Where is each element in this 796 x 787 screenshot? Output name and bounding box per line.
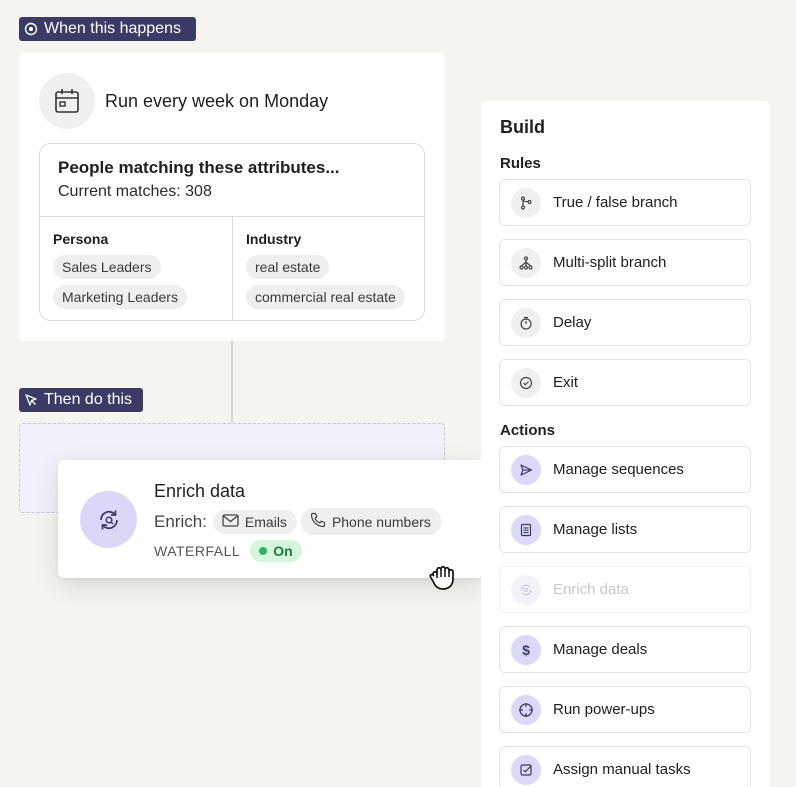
multi-split-icon bbox=[511, 247, 541, 278]
industry-label: Industry bbox=[246, 231, 302, 247]
rule-label: Delay bbox=[553, 314, 592, 331]
branch-icon bbox=[511, 187, 541, 218]
build-panel: Build Rules True / false branch Multi-sp… bbox=[481, 101, 770, 787]
trigger-title: Run every week on Monday bbox=[105, 90, 329, 111]
action-label: Manage sequences bbox=[553, 461, 684, 478]
rule-true-false-branch[interactable]: True / false branch bbox=[499, 179, 751, 226]
connector-line bbox=[231, 341, 233, 423]
action-tag: Then do this bbox=[19, 388, 143, 412]
checkbox-icon bbox=[511, 754, 541, 785]
attributes-heading: People matching these attributes... bbox=[58, 158, 340, 177]
waterfall-label: WATERFALL bbox=[154, 543, 241, 559]
enrich-label: Enrich: bbox=[154, 511, 207, 531]
industry-chip: real estate bbox=[246, 255, 330, 279]
check-circle-icon bbox=[511, 367, 541, 398]
enrich-data-card[interactable]: Enrich data Enrich: Emails Phone numbers… bbox=[58, 460, 483, 578]
target-icon bbox=[511, 694, 541, 725]
action-label: Manage lists bbox=[553, 521, 638, 538]
action-label: Enrich data bbox=[553, 581, 629, 598]
stopwatch-icon bbox=[511, 307, 541, 338]
action-tag-label: Then do this bbox=[44, 391, 133, 408]
send-icon bbox=[511, 454, 541, 485]
dollar-icon: $ bbox=[511, 634, 541, 665]
rule-label: Exit bbox=[553, 374, 579, 391]
persona-chip: Marketing Leaders bbox=[53, 285, 187, 309]
rule-label: True / false branch bbox=[553, 194, 678, 211]
trigger-tag: When this happens bbox=[19, 17, 196, 41]
action-label: Run power-ups bbox=[553, 701, 655, 718]
action-manage-sequences[interactable]: Manage sequences bbox=[499, 446, 751, 493]
grab-hand-icon bbox=[426, 558, 460, 597]
action-manage-lists[interactable]: Manage lists bbox=[499, 506, 751, 553]
list-icon bbox=[511, 514, 541, 545]
emails-pill: Emails bbox=[212, 509, 297, 534]
rules-label: Rules bbox=[500, 155, 541, 172]
rule-exit[interactable]: Exit bbox=[499, 359, 751, 406]
persona-label: Persona bbox=[53, 231, 109, 247]
industry-chip: commercial real estate bbox=[246, 285, 405, 309]
trigger-tag-label: When this happens bbox=[44, 20, 181, 37]
trigger-card[interactable]: Run every week on Monday People matching… bbox=[19, 53, 445, 341]
action-run-power-ups[interactable]: Run power-ups bbox=[499, 686, 751, 733]
status-dot bbox=[259, 547, 268, 555]
mail-icon bbox=[222, 513, 239, 530]
status-badge[interactable]: On bbox=[250, 540, 302, 562]
rule-label: Multi-split branch bbox=[553, 254, 667, 271]
action-enrich-data: Enrich data bbox=[499, 566, 751, 613]
emails-label: Emails bbox=[244, 513, 287, 530]
rule-multi-split-branch[interactable]: Multi-split branch bbox=[499, 239, 751, 286]
phone-icon bbox=[310, 512, 326, 531]
enrich-icon bbox=[511, 574, 541, 605]
enrich-card-title: Enrich data bbox=[154, 481, 246, 501]
action-label: Assign manual tasks bbox=[553, 761, 691, 778]
persona-column: Persona Sales Leaders Marketing Leaders bbox=[40, 217, 233, 320]
action-assign-manual-tasks[interactable]: Assign manual tasks bbox=[499, 746, 751, 787]
actions-label: Actions bbox=[500, 422, 556, 439]
action-label: Manage deals bbox=[553, 641, 648, 658]
phone-numbers-label: Phone numbers bbox=[331, 513, 431, 530]
industry-column: Industry real estate commercial real est… bbox=[233, 217, 417, 320]
target-icon bbox=[24, 22, 38, 36]
action-manage-deals[interactable]: $ Manage deals bbox=[499, 626, 751, 673]
rule-delay[interactable]: Delay bbox=[499, 299, 751, 346]
enrich-icon bbox=[80, 491, 137, 548]
build-title: Build bbox=[500, 117, 545, 137]
persona-chip: Sales Leaders bbox=[53, 255, 161, 279]
calendar-icon bbox=[39, 73, 95, 129]
current-matches: Current matches: 308 bbox=[58, 183, 212, 200]
phone-numbers-pill: Phone numbers bbox=[300, 508, 441, 535]
status-label: On bbox=[273, 543, 293, 559]
cursor-icon bbox=[24, 393, 38, 407]
attributes-box: People matching these attributes... Curr… bbox=[39, 143, 425, 321]
